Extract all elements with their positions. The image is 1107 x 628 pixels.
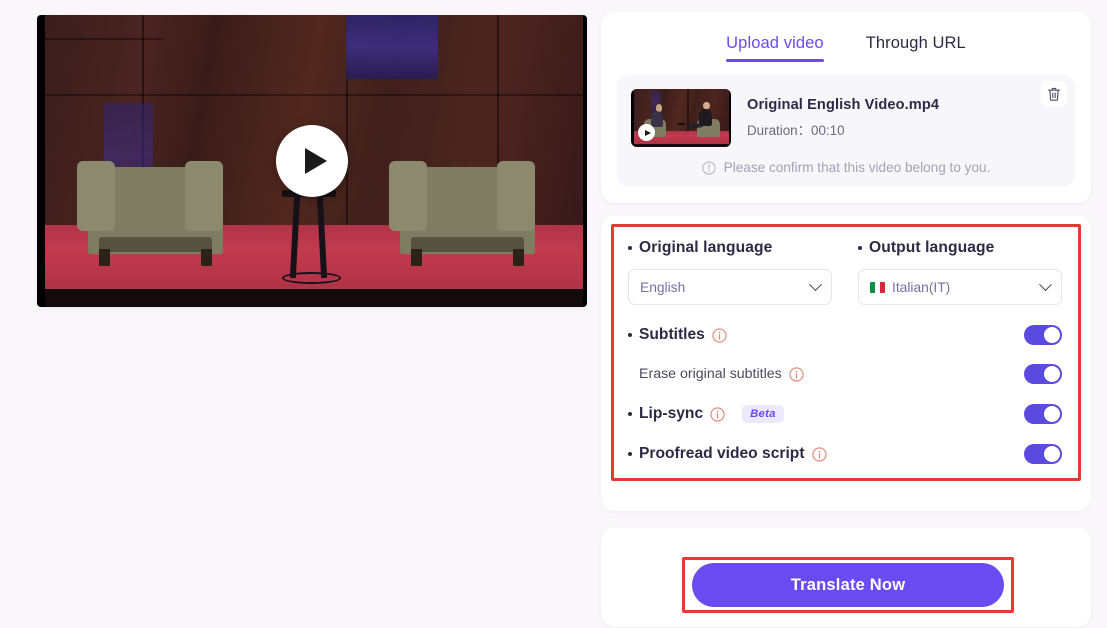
- subtitles-label: Subtitles: [628, 326, 727, 344]
- bullet-icon: [628, 452, 632, 456]
- original-language-value: English: [640, 279, 686, 295]
- file-duration-value: 00:10: [811, 123, 845, 138]
- stage-floor-edge: [634, 143, 729, 147]
- wall-band: [45, 38, 164, 41]
- torso: [651, 111, 664, 128]
- subtitles-label-text: Subtitles: [639, 326, 705, 343]
- option-row-lip-sync: Lip-sync Beta: [628, 404, 1062, 424]
- bullet-icon: [628, 246, 632, 250]
- original-language-group: Original language English: [628, 239, 832, 305]
- stage-blue-light: [346, 15, 438, 80]
- play-icon[interactable]: [276, 125, 348, 197]
- lip-sync-label: Lip-sync Beta: [628, 405, 784, 423]
- stage-floor-edge: [45, 289, 583, 307]
- bullet-icon: [628, 412, 632, 416]
- armchair-left-arm: [184, 161, 223, 232]
- language-row: Original language English Output languag…: [628, 239, 1062, 305]
- chair-leg: [201, 248, 212, 267]
- video-thumbnail[interactable]: [631, 89, 731, 147]
- option-row-proofread-video-script: Proofread video script: [628, 444, 1062, 464]
- beta-badge: Beta: [742, 405, 784, 423]
- proofread-video-script-label: Proofread video script: [628, 445, 827, 463]
- video-preview[interactable]: [37, 15, 587, 307]
- file-name: Original English Video.mp4: [747, 97, 940, 113]
- info-circle-icon: [701, 160, 716, 175]
- uploaded-file-row: Original English Video.mp4 Duration：00:1…: [631, 89, 1061, 147]
- action-card: Translate Now: [601, 527, 1091, 627]
- armchair-left-base: [98, 236, 212, 252]
- side-table-top: [676, 122, 686, 125]
- output-language-label: Output language: [858, 239, 1062, 257]
- original-language-label-text: Original language: [639, 239, 773, 256]
- play-icon[interactable]: [638, 124, 655, 141]
- erase-original-subtitles-label-text: Erase original subtitles: [639, 366, 782, 382]
- chevron-down-icon: [809, 277, 822, 291]
- play-triangle: [304, 148, 327, 174]
- armchair-right-arm: [389, 161, 427, 232]
- upload-card: Upload video Through URL Original Englis…: [601, 12, 1091, 203]
- italy-flag-icon: [870, 281, 885, 293]
- file-duration-label: Duration：: [747, 123, 812, 138]
- tab-through-url[interactable]: Through URL: [866, 34, 966, 62]
- info-circle-icon[interactable]: [789, 366, 804, 382]
- chair-leg: [410, 248, 422, 267]
- bullet-icon: [858, 246, 862, 250]
- uploaded-file-box: Original English Video.mp4 Duration：00:1…: [617, 75, 1075, 187]
- info-circle-icon[interactable]: [710, 406, 725, 422]
- info-circle-icon[interactable]: [811, 446, 827, 462]
- original-language-select[interactable]: English: [628, 269, 832, 305]
- chevron-down-icon: [1039, 277, 1052, 291]
- confirm-notice: Please confirm that this video belong to…: [631, 160, 1061, 175]
- output-language-label-text: Output language: [869, 239, 995, 256]
- right-panel: Upload video Through URL Original Englis…: [601, 12, 1091, 627]
- wall-band: [45, 93, 583, 96]
- confirm-notice-text: Please confirm that this video belong to…: [723, 160, 991, 175]
- armchair-right-base: [410, 236, 524, 252]
- erase-original-subtitles-label: Erase original subtitles: [639, 366, 804, 382]
- file-meta: Original English Video.mp4 Duration：00:1…: [747, 97, 939, 139]
- translate-annotation-box: Translate Now: [682, 557, 1014, 613]
- file-duration: Duration：00:10: [747, 119, 939, 139]
- lip-sync-label-text: Lip-sync: [639, 405, 704, 422]
- armchair-right-arm: [496, 161, 535, 232]
- tab-upload-video[interactable]: Upload video: [726, 34, 824, 62]
- original-language-label: Original language: [628, 239, 832, 257]
- proofread-video-script-label-text: Proofread video script: [639, 445, 805, 462]
- option-row-subtitles: Subtitles: [628, 325, 1062, 345]
- chair-leg: [98, 248, 110, 267]
- armchair-left-arm: [77, 161, 115, 232]
- output-language-group: Output language Italian(IT): [858, 239, 1062, 305]
- proofread-video-script-toggle[interactable]: [1024, 444, 1062, 464]
- info-circle-icon[interactable]: [712, 327, 727, 343]
- video-frame[interactable]: [37, 15, 587, 307]
- upload-tabs: Upload video Through URL: [617, 28, 1075, 62]
- side-table-base: [281, 271, 341, 284]
- trash-icon-glyph: [1048, 87, 1060, 101]
- output-language-value: Italian(IT): [892, 279, 951, 295]
- chair-leg: [513, 248, 524, 267]
- play-triangle: [644, 129, 651, 136]
- trash-icon[interactable]: [1041, 81, 1067, 107]
- bullet-icon: [628, 333, 632, 337]
- settings-card: Original language English Output languag…: [601, 215, 1091, 511]
- lip-sync-toggle[interactable]: [1024, 404, 1062, 424]
- erase-original-subtitles-toggle[interactable]: [1024, 364, 1062, 384]
- settings-annotation-box: Original language English Output languag…: [611, 224, 1081, 481]
- translate-now-button[interactable]: Translate Now: [692, 563, 1004, 607]
- subtitles-toggle[interactable]: [1024, 325, 1062, 345]
- option-row-erase-original-subtitles: Erase original subtitles: [628, 364, 1062, 384]
- output-language-select[interactable]: Italian(IT): [858, 269, 1062, 305]
